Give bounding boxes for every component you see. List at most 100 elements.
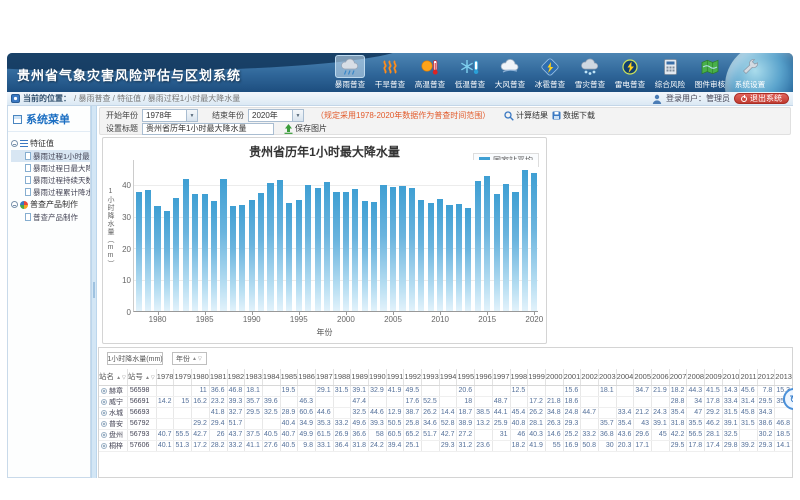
- year-column-header[interactable]: 1986: [298, 369, 316, 385]
- toolbar-item[interactable]: 干旱普查: [372, 55, 407, 90]
- sidebar-item[interactable]: 暴雨过程持续天数: [11, 174, 90, 186]
- year-column-header[interactable]: 1998: [510, 369, 528, 385]
- table-row[interactable]: 威宁5669114.21516.223.239.335.739.646.347.…: [99, 396, 793, 407]
- year-column-header[interactable]: 1993: [422, 369, 440, 385]
- year-column-header[interactable]: 1982: [227, 369, 245, 385]
- year-column-header[interactable]: 2001: [563, 369, 581, 385]
- bar-1997: [315, 188, 321, 311]
- y-axis-label: 1小时降水量（mm）: [105, 188, 115, 268]
- toolbar-item[interactable]: 冰雹普查: [532, 55, 567, 90]
- value-cell: 14.1: [775, 440, 793, 451]
- table-row[interactable]: 赫章565981136.646.818.119.529.131.539.132.…: [99, 385, 793, 396]
- year-column-header[interactable]: 1980: [192, 369, 210, 385]
- toolbar-item[interactable]: 高温普查: [412, 55, 447, 90]
- logout-button[interactable]: 退出系统: [734, 93, 789, 104]
- year-column-header[interactable]: 2008: [687, 369, 705, 385]
- year-column-header[interactable]: 1985: [280, 369, 298, 385]
- value-cell: [156, 407, 174, 418]
- year-column-header[interactable]: 1995: [457, 369, 475, 385]
- row-radio-icon[interactable]: [101, 410, 107, 416]
- year-column-header[interactable]: 1981: [209, 369, 227, 385]
- year-column-header[interactable]: 2010: [722, 369, 740, 385]
- table-row[interactable]: 桐梓5760640.151.317.228.233.241.127.640.59…: [99, 440, 793, 451]
- year-column-header[interactable]: 1984: [262, 369, 280, 385]
- sidebar-item[interactable]: 暴雨过程日最大降水量: [11, 162, 90, 174]
- toolbar-item[interactable]: 系统设置: [732, 55, 767, 90]
- collapse-icon[interactable]: [11, 201, 18, 208]
- year-column-header[interactable]: 1994: [439, 369, 457, 385]
- table-row[interactable]: 普安5679229.229.451.740.434.935.333.249.63…: [99, 418, 793, 429]
- year-column-header[interactable]: 2003: [598, 369, 616, 385]
- breadcrumb-bar: 当前的位置： / 暴雨普查 / 特征值 / 暴雨过程1小时最大降水量 登录用户：…: [7, 92, 793, 106]
- sidebar-item[interactable]: 暴雨过程累计降水量: [11, 186, 90, 198]
- toolbar-item[interactable]: 综合风险: [652, 55, 687, 90]
- year-column-header[interactable]: 1988: [333, 369, 351, 385]
- year-column-header[interactable]: 2004: [616, 369, 634, 385]
- year-column-header[interactable]: 1992: [404, 369, 422, 385]
- toolbar-item[interactable]: 低温普查: [452, 55, 487, 90]
- value-cell: 60.6: [298, 407, 316, 418]
- bar-2005: [390, 187, 396, 311]
- end-year-select[interactable]: 2020年 ▼: [248, 109, 304, 122]
- year-column-header[interactable]: 2002: [581, 369, 599, 385]
- collapse-icon[interactable]: [11, 140, 18, 147]
- year-column-header[interactable]: 1987: [315, 369, 333, 385]
- value-cell: 42.2: [669, 429, 687, 440]
- year-column-header[interactable]: 1997: [492, 369, 510, 385]
- value-cell: 41.1: [245, 440, 263, 451]
- bar-1979: [145, 190, 151, 311]
- page-icon: [25, 188, 31, 196]
- year-column-header[interactable]: 1983: [245, 369, 263, 385]
- year-sort-chip[interactable]: 年份 ▲▽: [172, 352, 207, 365]
- year-column-header[interactable]: 2011: [740, 369, 757, 385]
- value-cell: 51.7: [227, 418, 245, 429]
- toolbar-item[interactable]: 雪灾普查: [572, 55, 607, 90]
- year-column-header[interactable]: 1979: [174, 369, 192, 385]
- column-header[interactable]: 站号 ▲▽: [127, 369, 156, 385]
- row-radio-icon[interactable]: [101, 388, 107, 394]
- year-column-header[interactable]: 1999: [528, 369, 546, 385]
- year-column-header[interactable]: 2014: [792, 369, 793, 385]
- row-radio-icon[interactable]: [101, 421, 107, 427]
- table-row[interactable]: 盘州5679340.755.542.72643.737.540.540.749.…: [99, 429, 793, 440]
- value-cell: 44.7: [581, 407, 599, 418]
- toolbar-item[interactable]: 图件审核: [692, 55, 727, 90]
- year-column-header[interactable]: 2005: [634, 369, 652, 385]
- year-column-header[interactable]: 1991: [386, 369, 404, 385]
- year-column-header[interactable]: 1978: [156, 369, 174, 385]
- year-column-header[interactable]: 2013: [775, 369, 793, 385]
- sidebar-group[interactable]: 普查产品制作: [11, 198, 90, 211]
- bar-2016: [494, 194, 500, 311]
- table-row[interactable]: 水城5669341.832.729.532.528.960.644.632.54…: [99, 407, 793, 418]
- start-year-select[interactable]: 1978年 ▼: [142, 109, 198, 122]
- year-column-header[interactable]: 1990: [369, 369, 387, 385]
- map-review-icon: [695, 55, 725, 78]
- sidebar-tree: 特征值暴雨过程1小时最大降水量暴雨过程日最大降水量暴雨过程持续天数暴雨过程累计降…: [8, 132, 90, 223]
- year-column-header[interactable]: 1989: [351, 369, 369, 385]
- sidebar-item[interactable]: 普查产品制作: [11, 211, 90, 223]
- save-image-button[interactable]: 保存图片: [284, 123, 327, 134]
- year-column-header[interactable]: 1996: [475, 369, 493, 385]
- sidebar-item[interactable]: 暴雨过程1小时最大降水量: [11, 150, 90, 162]
- column-header[interactable]: 站名 ▲▽: [99, 369, 127, 385]
- year-column-header[interactable]: 2006: [652, 369, 670, 385]
- chart-title-input[interactable]: [142, 123, 274, 135]
- value-cell: [333, 407, 351, 418]
- row-radio-icon[interactable]: [101, 443, 107, 449]
- data-download-button[interactable]: 数据下载: [552, 110, 595, 121]
- row-radio-icon[interactable]: [101, 432, 107, 438]
- row-radio-icon[interactable]: [101, 399, 107, 405]
- value-cell: 18.2: [669, 385, 687, 396]
- sidebar-group[interactable]: 特征值: [11, 137, 90, 150]
- year-column-header[interactable]: 2009: [705, 369, 723, 385]
- calc-result-button[interactable]: 计算结果: [504, 110, 548, 121]
- toolbar-item[interactable]: 大风普查: [492, 55, 527, 90]
- year-column-header[interactable]: 2000: [545, 369, 563, 385]
- toolbar-item[interactable]: 暴雨普查: [332, 55, 367, 90]
- year-column-header[interactable]: 2012: [757, 369, 775, 385]
- breadcrumb[interactable]: / 暴雨普查 / 特征值 / 暴雨过程1小时最大降水量: [74, 93, 240, 104]
- toolbar-item[interactable]: 雷电普查: [612, 55, 647, 90]
- year-column-header[interactable]: 2007: [669, 369, 687, 385]
- value-cell: [652, 396, 670, 407]
- value-cell: 58: [369, 429, 387, 440]
